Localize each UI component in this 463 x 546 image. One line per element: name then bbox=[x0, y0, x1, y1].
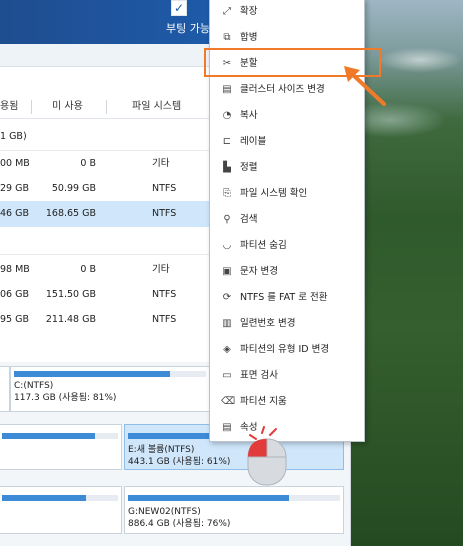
copy-icon: ◔ bbox=[222, 110, 232, 121]
expand-icon: ⤢ bbox=[223, 6, 231, 17]
usage-bar-fill bbox=[2, 433, 95, 439]
cell-unused: 0 B bbox=[80, 264, 96, 275]
usage-bar bbox=[14, 371, 206, 377]
wipe-icon: ⌫ bbox=[221, 396, 236, 407]
cluster-icon: ▤ bbox=[222, 84, 232, 95]
align-icon: ▙ bbox=[223, 162, 231, 173]
cell-filesystem: NTFS bbox=[152, 208, 177, 219]
convert-icon: ⟳ bbox=[222, 292, 232, 303]
menu-item-label: 확장 bbox=[240, 6, 258, 17]
menu-item-type-id[interactable]: ◈ 파티션의 유형 ID 변경 bbox=[210, 337, 364, 363]
menu-item-label: 검색 bbox=[240, 214, 258, 225]
partition-detail: 443.1 GB (사용됨: 61%) bbox=[128, 457, 231, 467]
mouse-icon bbox=[247, 426, 287, 486]
cell-filesystem: NTFS bbox=[152, 183, 177, 194]
menu-item-label: 레이블 bbox=[240, 136, 267, 147]
partition-block-unlabeled[interactable] bbox=[0, 424, 122, 470]
header-filesystem[interactable]: 파일 시스템 bbox=[132, 96, 181, 118]
usage-bar bbox=[128, 495, 340, 501]
partition-name: C:(NTFS) bbox=[14, 381, 54, 391]
partition-block-small[interactable] bbox=[0, 366, 10, 412]
menu-item-label: 문자 변경 bbox=[240, 266, 278, 277]
search-icon: ⚲ bbox=[223, 214, 231, 225]
menu-item-filesystem-check[interactable]: ⎘ 파일 시스템 확인 bbox=[210, 181, 364, 207]
label-icon: ⊏ bbox=[222, 136, 232, 147]
cell-unused: 168.65 GB bbox=[45, 208, 96, 219]
cell-filesystem: 기타 bbox=[152, 158, 170, 169]
partition-block-unlabeled[interactable] bbox=[0, 486, 122, 534]
menu-item-wipe[interactable]: ⌫ 파티션 지움 bbox=[210, 389, 364, 415]
menu-item-label: NTFS 를 FAT 로 전환 bbox=[240, 292, 328, 303]
menu-item-hide[interactable]: ◡ 파티션 숨김 bbox=[210, 233, 364, 259]
menu-item-label: 파일 시스템 확인 bbox=[240, 188, 308, 199]
usage-bar-fill bbox=[14, 371, 170, 377]
partition-detail: 886.4 GB (사용됨: 76%) bbox=[128, 519, 231, 529]
menu-item-search[interactable]: ⚲ 검색 bbox=[210, 207, 364, 233]
menu-item-align[interactable]: ▙ 정렬 bbox=[210, 155, 364, 181]
properties-icon: ▤ bbox=[222, 422, 232, 433]
column-separator bbox=[106, 100, 107, 114]
type-id-icon: ◈ bbox=[223, 344, 231, 355]
menu-item-label: 파티션의 유형 ID 변경 bbox=[240, 344, 330, 355]
menu-item-convert[interactable]: ⟳ NTFS 를 FAT 로 전환 bbox=[210, 285, 364, 311]
menu-item-label: 파티션 지움 bbox=[240, 396, 287, 407]
menu-item-serial[interactable]: ▥ 일련번호 변경 bbox=[210, 311, 364, 337]
menu-item-label[interactable]: ⊏ 레이블 bbox=[210, 129, 364, 155]
cell-unused: 50.99 GB bbox=[51, 183, 96, 194]
partition-name: E:새 볼륨(NTFS) bbox=[128, 445, 195, 455]
cell-filesystem: NTFS bbox=[152, 314, 177, 325]
menu-item-surface-test[interactable]: ▭ 표면 검사 bbox=[210, 363, 364, 389]
cell-unused: 151.50 GB bbox=[45, 289, 96, 300]
column-separator bbox=[31, 100, 32, 114]
menu-item-label: 일련번호 변경 bbox=[240, 318, 296, 329]
usage-bar-fill bbox=[2, 495, 86, 501]
disk-group-label: 1 GB) bbox=[0, 131, 27, 142]
usage-bar bbox=[2, 495, 118, 501]
cell-unused: 0 B bbox=[80, 158, 96, 169]
menu-item-label: 표면 검사 bbox=[240, 370, 278, 381]
partition-block-g[interactable]: G:NEW02(NTFS) 886.4 GB (사용됨: 76%) bbox=[124, 486, 344, 534]
merge-icon: ⧉ bbox=[223, 32, 231, 43]
cell-unused: 211.48 GB bbox=[45, 314, 96, 325]
cell-filesystem: 기타 bbox=[152, 264, 170, 275]
menu-item-label: 파티션 숨김 bbox=[240, 240, 287, 251]
partition-block-c[interactable]: C:(NTFS) 117.3 GB (사용됨: 81%) bbox=[10, 366, 212, 412]
pointer-arrow bbox=[344, 66, 386, 106]
filesystem-check-icon: ⎘ bbox=[223, 188, 231, 199]
surface-test-icon: ▭ bbox=[222, 370, 232, 381]
menu-item-expand[interactable]: ⤢ 확장 bbox=[210, 0, 364, 25]
usage-bar bbox=[2, 433, 118, 439]
header-used[interactable]: 용됨 bbox=[0, 96, 18, 118]
bootable-checkbox[interactable]: ✓ bbox=[171, 0, 187, 16]
menu-item-label: 정렬 bbox=[240, 162, 258, 173]
menu-item-label: 클러스터 사이즈 변경 bbox=[240, 84, 325, 95]
cell-filesystem: NTFS bbox=[152, 289, 177, 300]
letter-icon: ▣ bbox=[222, 266, 232, 277]
serial-icon: ▥ bbox=[222, 318, 232, 329]
menu-item-label: 복사 bbox=[240, 110, 258, 121]
hide-icon: ◡ bbox=[222, 240, 232, 251]
header-unused[interactable]: 미 사용 bbox=[52, 96, 83, 118]
usage-bar-fill bbox=[128, 495, 290, 501]
partition-detail: 117.3 GB (사용됨: 81%) bbox=[14, 393, 117, 403]
menu-item-letter[interactable]: ▣ 문자 변경 bbox=[210, 259, 364, 285]
partition-name: G:NEW02(NTFS) bbox=[128, 507, 201, 517]
